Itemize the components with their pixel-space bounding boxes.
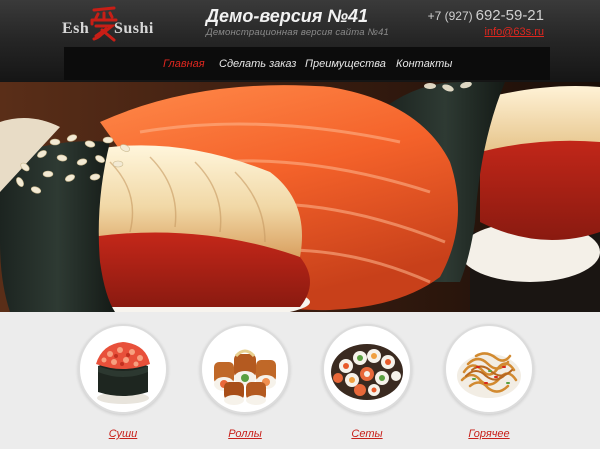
sets-icon bbox=[331, 344, 403, 400]
sushi-photo bbox=[0, 82, 600, 312]
hot-dishes-icon bbox=[457, 352, 521, 398]
site-title: Демо-версия №41 bbox=[206, 6, 368, 26]
category-hot-label[interactable]: Горячее bbox=[468, 428, 509, 440]
hero-banner bbox=[0, 82, 600, 312]
category-sets-label[interactable]: Сеты bbox=[351, 428, 382, 440]
category-sets[interactable]: Сеты bbox=[319, 324, 415, 442]
main-nav: Главная Сделать заказ Преимущества Конта… bbox=[64, 47, 550, 80]
category-hot[interactable]: Горячее bbox=[441, 324, 537, 442]
site-subtitle: Демонстрационная версия сайта №41 bbox=[206, 27, 390, 38]
logo-word-sushi: Sushi bbox=[114, 20, 154, 37]
site-logo[interactable]: Esh Sushi bbox=[62, 6, 162, 42]
sushi-icon bbox=[96, 342, 150, 404]
logo-word-esh: Esh bbox=[62, 20, 90, 37]
rolls-icon bbox=[214, 349, 276, 405]
nav-item-advantages[interactable]: Преимущества bbox=[305, 58, 386, 70]
category-sushi[interactable]: Суши bbox=[75, 324, 171, 442]
phone-digits: 692-59-21 bbox=[475, 7, 544, 24]
category-rolls-label[interactable]: Роллы bbox=[228, 428, 262, 440]
nav-item-contacts[interactable]: Контакты bbox=[396, 58, 452, 70]
category-sets-image[interactable] bbox=[322, 324, 412, 414]
nav-item-home[interactable]: Главная bbox=[163, 58, 205, 70]
category-rolls-image[interactable] bbox=[200, 324, 290, 414]
category-sushi-image[interactable] bbox=[78, 324, 168, 414]
category-hot-image[interactable] bbox=[444, 324, 534, 414]
email-link[interactable]: info@63s.ru bbox=[485, 26, 544, 38]
phone-number: +7 (927) 692-59-21 bbox=[428, 7, 544, 25]
category-sushi-label[interactable]: Суши bbox=[109, 428, 138, 440]
category-rolls[interactable]: Роллы bbox=[197, 324, 293, 442]
nav-item-order[interactable]: Сделать заказ bbox=[219, 58, 296, 70]
phone-code: +7 (927) bbox=[427, 9, 473, 23]
site-header: Esh Sushi Демо-версия №41 Демонстрационн… bbox=[0, 0, 600, 82]
